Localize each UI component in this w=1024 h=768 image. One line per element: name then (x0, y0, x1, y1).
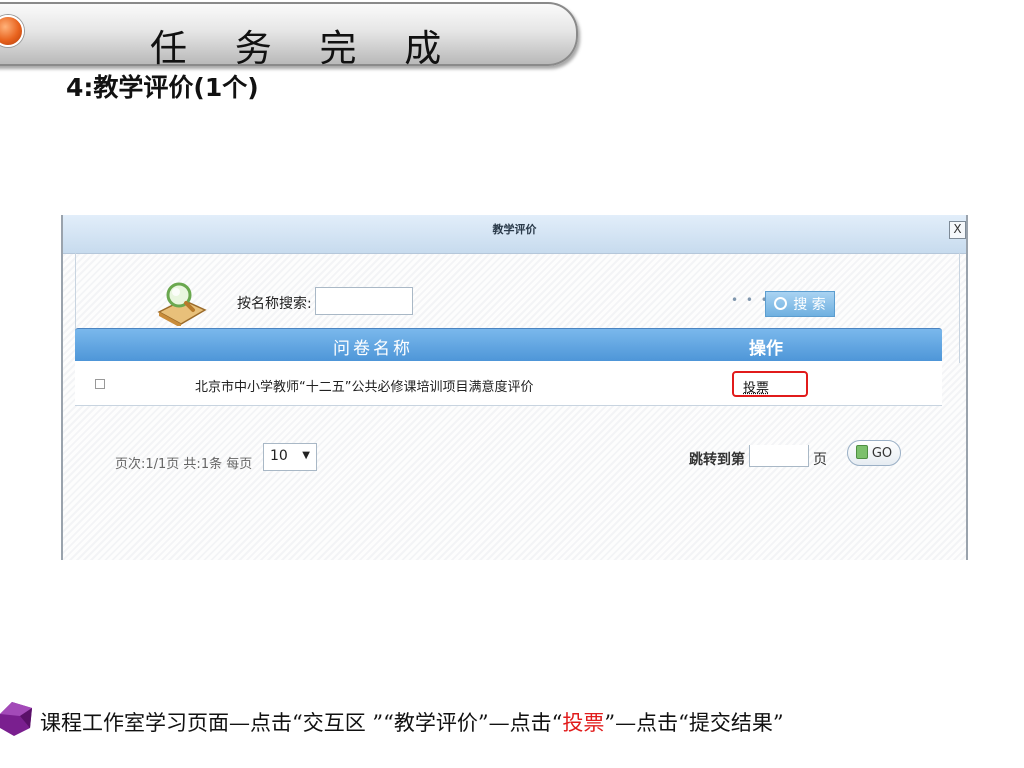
dropdown-caret-icon: ▼ (302, 450, 310, 461)
dialog-title: 教学评价 (492, 223, 537, 236)
go-button-label: GO (871, 446, 893, 461)
instruction-caption: 课程工作室学习页面—点击“交互区 ”“教学评价”—点击“投票”—点击“提交结果” (40, 707, 784, 737)
page-size-select[interactable]: 10 ▼ (263, 443, 317, 471)
row-checkbox[interactable] (95, 379, 105, 389)
slide-subtitle: 4:教学评价(1个) (66, 73, 259, 102)
slide-title: 任 务 完 成 (150, 27, 460, 70)
search-label: 按名称搜索: (237, 296, 312, 312)
column-header-survey-name: 问卷名称 (333, 339, 413, 359)
go-icon (855, 445, 868, 459)
column-header-action: 操作 (749, 339, 783, 359)
search-button-label: 搜 索 (793, 297, 826, 313)
search-button[interactable]: 搜 索 (765, 291, 835, 317)
search-icon (774, 297, 788, 310)
page-size-value: 10 (270, 448, 288, 464)
pager-info: 页次:1/1页 共:1条 每页 (115, 457, 253, 472)
dialog-titlebar: 教学评价 X (63, 215, 966, 254)
jump-page-input[interactable] (749, 445, 809, 467)
jump-suffix: 页 (813, 452, 827, 468)
vote-highlight-box (732, 371, 808, 397)
close-icon[interactable]: X (949, 221, 966, 239)
search-input[interactable] (315, 287, 413, 315)
caption-bullet-icon (0, 702, 32, 736)
teaching-evaluation-dialog: 教学评价 X 按名称搜索: • • • 搜 索 问卷名称 操作 北京市中小学教师… (61, 215, 968, 560)
caption-highlight: 投票 (562, 711, 605, 735)
magnifier-book-icon (157, 282, 207, 326)
jump-label: 跳转到第 (689, 452, 745, 468)
go-button[interactable]: GO (847, 440, 901, 466)
caption-part2: ”—点击“提交结果” (604, 711, 784, 735)
table-header: 问卷名称 操作 (75, 328, 942, 362)
slide-title-banner: 任 务 完 成 (0, 2, 578, 70)
caption-part1: 课程工作室学习页面—点击“交互区 ”“教学评价”—点击“ (40, 711, 563, 735)
table-row: 北京市中小学教师“十二五”公共必修课培训项目满意度评价 投票 (75, 361, 942, 406)
survey-name: 北京市中小学教师“十二五”公共必修课培训项目满意度评价 (195, 380, 534, 395)
